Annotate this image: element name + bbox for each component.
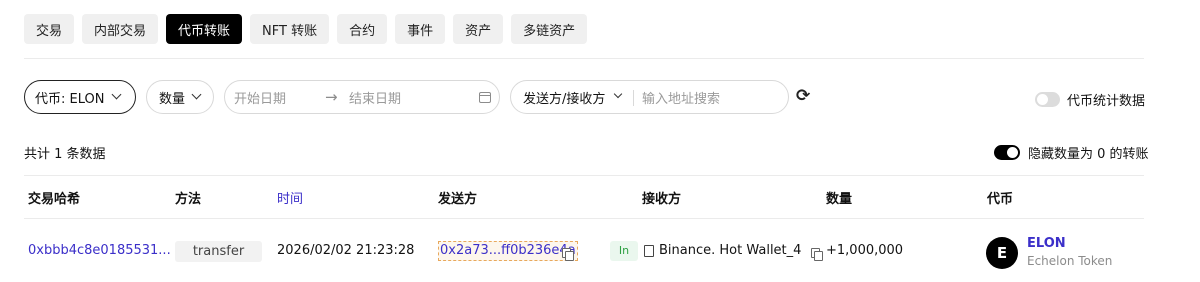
transfer-amount: +1,000,000 xyxy=(826,243,904,258)
hide-zero-toggle[interactable] xyxy=(994,145,1020,160)
address-search-field: 发送方/接收方 输入地址搜索 xyxy=(510,80,789,114)
token-symbol-link[interactable]: ELON xyxy=(1027,236,1066,251)
tab-bar: 交易 内部交易 代币转账 NFT 转账 合约 事件 资产 多链资产 xyxy=(24,14,588,44)
date-range-picker[interactable]: 开始日期 → 结束日期 xyxy=(224,80,500,114)
column-header-time[interactable]: 时间 xyxy=(277,188,303,207)
column-header-to: 接收方 xyxy=(642,192,682,207)
tab-internal-transactions[interactable]: 内部交易 xyxy=(82,14,159,44)
tab-nft-transfers[interactable]: NFT 转账 xyxy=(250,14,330,44)
arrow-right-icon: → xyxy=(325,88,338,106)
from-address-link[interactable]: 0x2a73...ff0b236e4a xyxy=(438,241,578,261)
address-search-input[interactable]: 输入地址搜索 xyxy=(642,88,720,107)
hide-zero-label: 隐藏数量为 0 的转账 xyxy=(1028,147,1149,162)
copy-icon[interactable] xyxy=(811,247,824,261)
chevron-down-icon xyxy=(191,89,202,100)
column-header-from: 发送方 xyxy=(438,192,478,207)
chevron-down-icon xyxy=(111,89,122,100)
tx-hash-link[interactable]: 0xbbb4c8e0185531... xyxy=(28,243,171,258)
token-stats-toggle-group: 代币统计数据 xyxy=(1035,90,1145,109)
column-header-hash: 交易哈希 xyxy=(28,192,81,207)
start-date-input[interactable]: 开始日期 xyxy=(234,88,286,107)
token-stats-toggle[interactable] xyxy=(1035,92,1060,107)
direction-select[interactable]: 发送方/接收方 xyxy=(523,88,605,107)
token-filter-select[interactable]: 代币: ELON xyxy=(24,80,136,114)
contract-icon xyxy=(644,245,654,257)
tab-transactions[interactable]: 交易 xyxy=(24,14,75,44)
calendar-icon[interactable] xyxy=(479,92,491,103)
column-header-amount: 数量 xyxy=(826,192,853,207)
field-separator xyxy=(633,90,634,106)
chevron-down-icon xyxy=(613,89,623,99)
table-row: 0xbbb4c8e0185531... transfer 2026/02/02 … xyxy=(0,0,1200,269)
tab-multichain-assets[interactable]: 多链资产 xyxy=(511,14,588,44)
tab-events[interactable]: 事件 xyxy=(395,14,446,44)
quantity-filter-select[interactable]: 数量 xyxy=(146,80,214,114)
token-filter-label: 代币: ELON xyxy=(35,91,105,107)
result-count: 共计 1 条数据 xyxy=(24,147,106,162)
summary-divider xyxy=(24,175,1144,176)
tab-token-transfers[interactable]: 代币转账 xyxy=(166,14,243,44)
token-avatar: E xyxy=(986,237,1018,269)
copy-icon[interactable] xyxy=(562,247,574,261)
column-header-method: 方法 xyxy=(175,192,202,207)
header-divider xyxy=(24,218,1144,219)
method-badge: transfer xyxy=(175,241,262,262)
quantity-filter-label: 数量 xyxy=(159,91,186,107)
tab-assets[interactable]: 资产 xyxy=(453,14,504,44)
token-stats-label: 代币统计数据 xyxy=(1067,94,1146,109)
end-date-input[interactable]: 结束日期 xyxy=(349,88,401,107)
token-name: Echelon Token xyxy=(1027,254,1113,268)
refresh-icon[interactable]: ⟳ xyxy=(796,86,810,106)
tabs-divider xyxy=(24,58,1144,59)
column-header-token: 代币 xyxy=(987,192,1014,207)
tab-contract[interactable]: 合约 xyxy=(337,14,388,44)
to-address-label[interactable]: Binance. Hot Wallet_4 xyxy=(659,243,801,258)
direction-badge: In xyxy=(610,241,638,261)
tx-time: 2026/02/02 21:23:28 xyxy=(277,243,415,258)
hide-zero-toggle-group: 隐藏数量为 0 的转账 xyxy=(994,143,1149,162)
